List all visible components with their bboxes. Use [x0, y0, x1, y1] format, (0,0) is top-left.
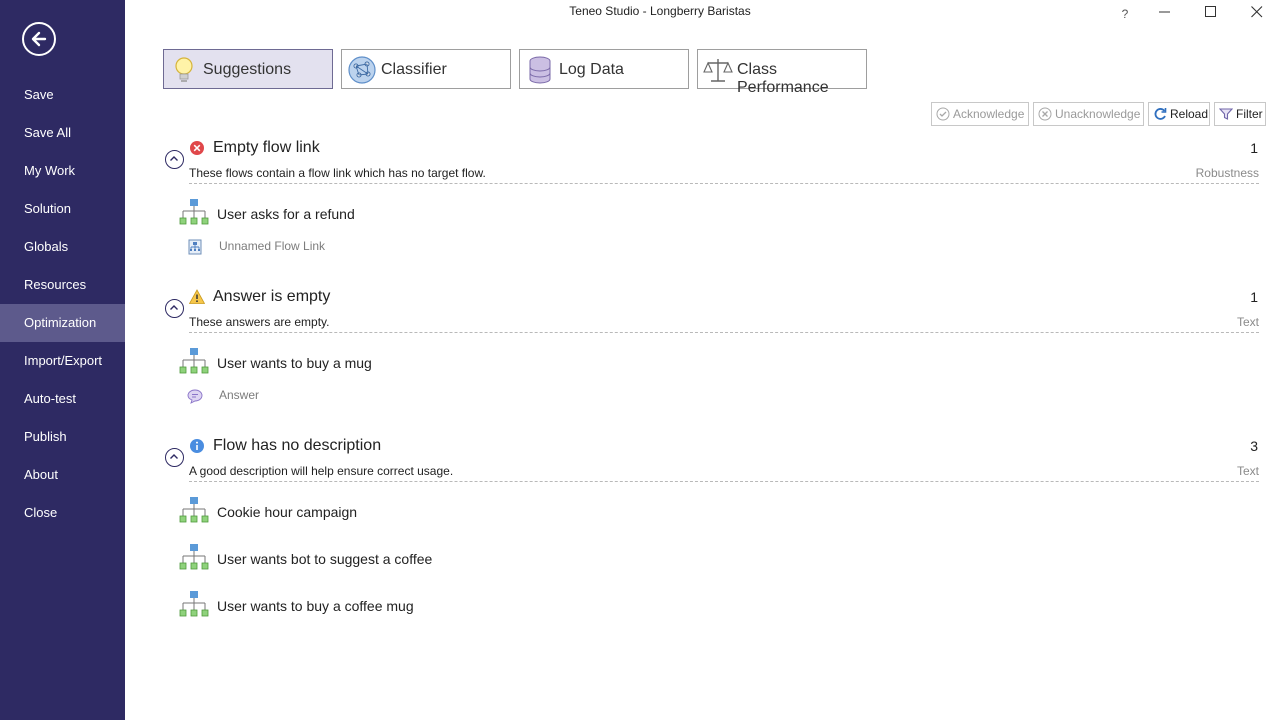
- flow-item-label: Cookie hour campaign: [217, 504, 358, 520]
- group-category: Robustness: [1195, 166, 1259, 180]
- acknowledge-label: Acknowledge: [953, 107, 1025, 121]
- flow-icon: [179, 199, 209, 225]
- flow-item[interactable]: User wants to buy a coffee mug: [179, 590, 879, 622]
- x-circle-icon: [1038, 107, 1052, 121]
- scales-icon: [703, 59, 733, 82]
- flow-link-label: Unnamed Flow Link: [219, 239, 326, 253]
- close-window-button[interactable]: [1234, 0, 1280, 26]
- group-description: These flows contain a flow link which ha…: [189, 166, 486, 180]
- flow-item[interactable]: User asks for a refund: [179, 198, 879, 230]
- arrow-left-icon: [31, 31, 47, 47]
- group-category: Text: [1236, 464, 1259, 478]
- tab-label: Log Data: [559, 61, 624, 78]
- back-button[interactable]: [22, 22, 56, 56]
- tab-label: Classifier: [381, 61, 447, 78]
- flow-icon: [179, 544, 209, 570]
- group-description: A good description will help ensure corr…: [189, 464, 454, 478]
- group-count: 3: [1250, 438, 1258, 454]
- database-icon: [529, 56, 551, 84]
- close-icon: [1251, 6, 1263, 18]
- group-title: Empty flow link: [213, 139, 320, 156]
- sidebar-item-save[interactable]: Save: [0, 76, 125, 114]
- sidebar-item-resources[interactable]: Resources: [0, 266, 125, 304]
- warning-icon: [189, 289, 205, 304]
- answer-label: Answer: [219, 388, 260, 402]
- sidebar-item-save-all[interactable]: Save All: [0, 114, 125, 152]
- flow-item[interactable]: Cookie hour campaign: [179, 496, 879, 528]
- speech-bubble-icon: [187, 389, 203, 404]
- checkmark-icon: [936, 107, 950, 121]
- flow-link-item[interactable]: Unnamed Flow Link: [187, 238, 587, 256]
- filter-icon: [1219, 108, 1233, 120]
- chevron-up-icon: [170, 156, 178, 161]
- tab-suggestions[interactable]: Suggestions: [163, 49, 333, 89]
- collapse-toggle[interactable]: [165, 448, 184, 467]
- group-divider: [189, 481, 1259, 482]
- help-button[interactable]: ?: [1115, 7, 1135, 21]
- flow-link-icon: [188, 239, 202, 255]
- chevron-up-icon: [170, 305, 178, 310]
- minimize-button[interactable]: [1142, 0, 1188, 26]
- tab-label: Class Performance: [737, 61, 829, 96]
- error-icon: [190, 141, 204, 155]
- flow-icon: [179, 497, 209, 523]
- acknowledge-button[interactable]: Acknowledge: [931, 102, 1029, 126]
- unacknowledge-button[interactable]: Unacknowledge: [1033, 102, 1144, 126]
- info-icon: [190, 439, 204, 453]
- flow-item-label: User asks for a refund: [217, 206, 355, 222]
- group-description: These answers are empty.: [189, 315, 330, 329]
- sidebar-item-about[interactable]: About: [0, 456, 125, 494]
- flow-icon: [179, 348, 209, 374]
- group-count: 1: [1250, 140, 1258, 156]
- group-count: 1: [1250, 289, 1258, 305]
- sidebar-item-publish[interactable]: Publish: [0, 418, 125, 456]
- filter-label: Filter: [1236, 107, 1263, 121]
- unacknowledge-label: Unacknowledge: [1055, 107, 1141, 121]
- reload-icon: [1154, 108, 1167, 120]
- tab-classifier[interactable]: Classifier: [341, 49, 511, 89]
- answer-item[interactable]: Answer: [187, 387, 587, 405]
- title-bar: Teneo Studio - Longberry Baristas ?: [125, 0, 1280, 30]
- sidebar-item-import-export[interactable]: Import/Export: [0, 342, 125, 380]
- reload-label: Reload: [1170, 107, 1209, 121]
- flow-item-label: User wants to buy a coffee mug: [217, 598, 414, 614]
- tab-log-data[interactable]: Log Data: [519, 49, 689, 89]
- flow-item[interactable]: User wants bot to suggest a coffee: [179, 543, 879, 575]
- flow-item[interactable]: User wants to buy a mug: [179, 347, 879, 379]
- sidebar-item-globals[interactable]: Globals: [0, 228, 125, 266]
- lightbulb-icon: [175, 57, 193, 82]
- flow-item-label: User wants to buy a mug: [217, 355, 372, 371]
- window-title: Teneo Studio - Longberry Baristas: [569, 4, 751, 18]
- group-title: Answer is empty: [213, 288, 331, 305]
- sidebar: Save Save All My Work Solution Globals R…: [0, 0, 125, 720]
- collapse-toggle[interactable]: [165, 150, 184, 169]
- minimize-icon: [1159, 11, 1170, 13]
- sidebar-item-auto-test[interactable]: Auto-test: [0, 380, 125, 418]
- chevron-up-icon: [170, 454, 178, 459]
- flow-item-label: User wants bot to suggest a coffee: [217, 551, 433, 567]
- collapse-toggle[interactable]: [165, 299, 184, 318]
- group-divider: [189, 183, 1259, 184]
- group-category: Text: [1236, 315, 1259, 329]
- maximize-button[interactable]: [1188, 0, 1234, 26]
- sidebar-item-solution[interactable]: Solution: [0, 190, 125, 228]
- sidebar-item-close[interactable]: Close: [0, 494, 125, 532]
- network-icon: [348, 56, 376, 84]
- tab-class-performance[interactable]: Class Performance: [697, 49, 867, 96]
- flow-icon: [179, 591, 209, 617]
- group-divider: [189, 332, 1259, 333]
- sidebar-item-my-work[interactable]: My Work: [0, 152, 125, 190]
- tab-label: Suggestions: [203, 61, 292, 78]
- sidebar-item-optimization[interactable]: Optimization: [0, 304, 125, 342]
- reload-button[interactable]: Reload: [1148, 102, 1210, 126]
- filter-button[interactable]: Filter: [1214, 102, 1266, 126]
- maximize-icon: [1205, 6, 1216, 17]
- group-title: Flow has no description: [213, 437, 382, 454]
